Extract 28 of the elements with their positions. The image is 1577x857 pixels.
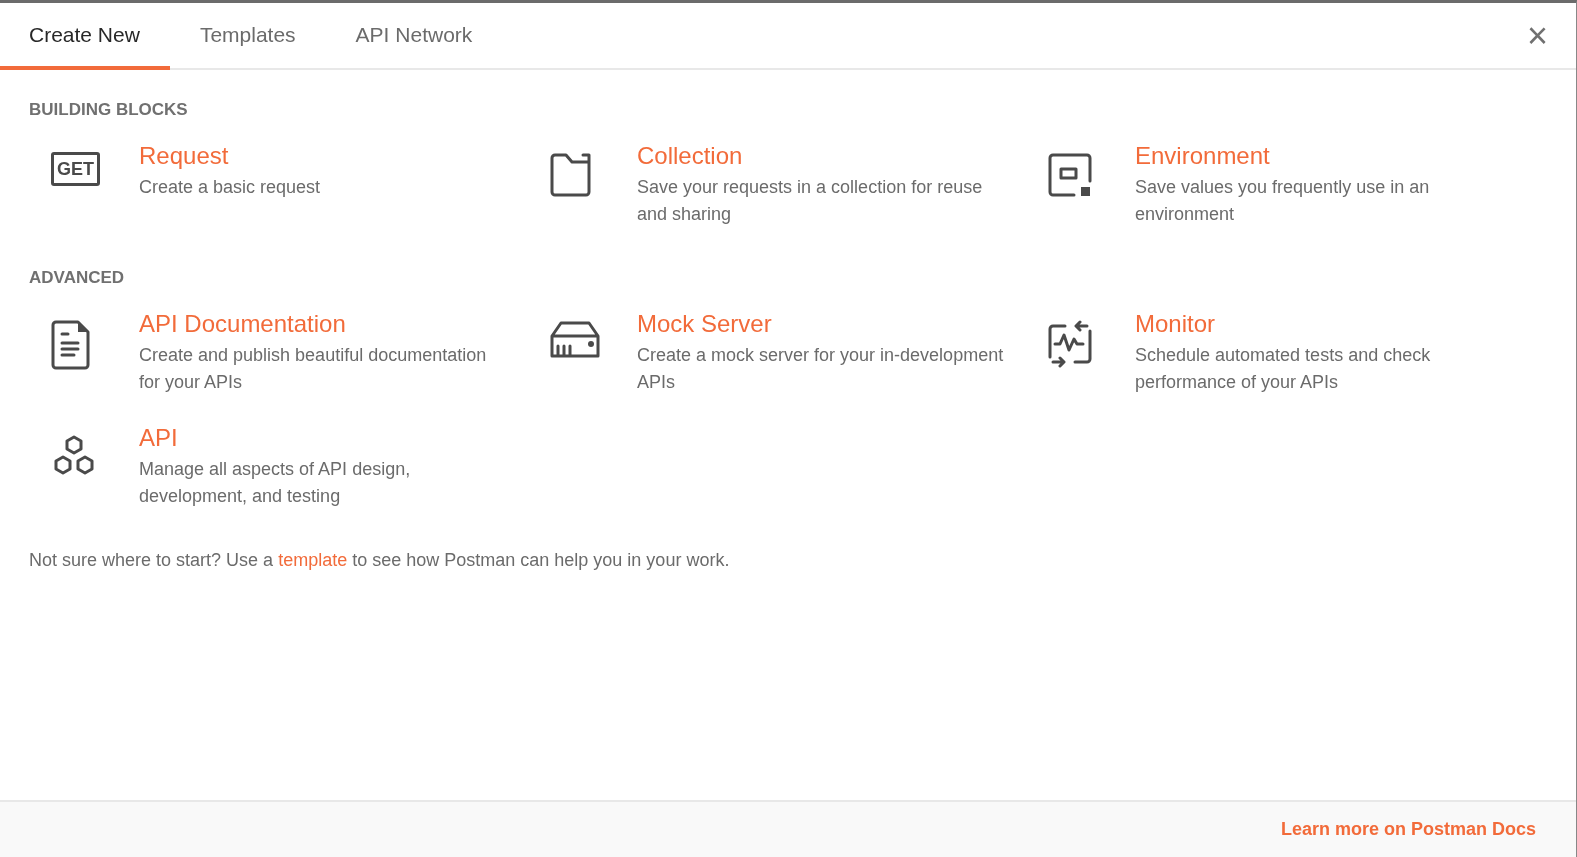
item-title-link[interactable]: Request [139,142,229,170]
hint-text: Not sure where to start? Use a template to see how Postman can help you in your work. [29,550,731,571]
document-icon [51,320,91,370]
template-link[interactable]: template [278,550,348,570]
item-description: Create and publish beautiful documentation for your APIs [139,344,488,394]
item-description: Schedule automated tests and check performance of your APIs [1135,344,1432,394]
environment-icon [1047,152,1093,198]
tab[interactable]: Templates [169,3,326,70]
item-title-link[interactable]: Collection [637,142,743,170]
server-icon [549,320,601,360]
item-title-link[interactable]: Monitor [1135,310,1216,338]
monitor-icon [1047,320,1093,368]
item-description: Save your requests in a collection for reuse and sharing [637,176,984,226]
tab[interactable]: API Network [325,3,503,70]
item-title-link[interactable]: Environment [1135,142,1270,170]
close-button[interactable]: × [1518,3,1556,68]
item-description: Save values you frequently use in an environment [1135,176,1431,226]
tab[interactable]: Create New [0,3,170,70]
section-heading: BUILDING BLOCKS [29,100,189,120]
item-description: Manage all aspects of API design, development, and testing [139,458,412,508]
get-icon: GET [51,152,100,186]
docs-link[interactable]: Learn more on Postman Docs [1280,819,1536,840]
item-title-link[interactable]: API Documentation [139,310,346,338]
item-description: Create a mock server for your in-development APIs [637,344,1005,394]
item-title-link[interactable]: API [139,424,178,452]
item-title-link[interactable]: Mock Server [637,310,772,338]
item-description: Create a basic request [139,176,322,199]
section-heading: ADVANCED [29,268,126,288]
